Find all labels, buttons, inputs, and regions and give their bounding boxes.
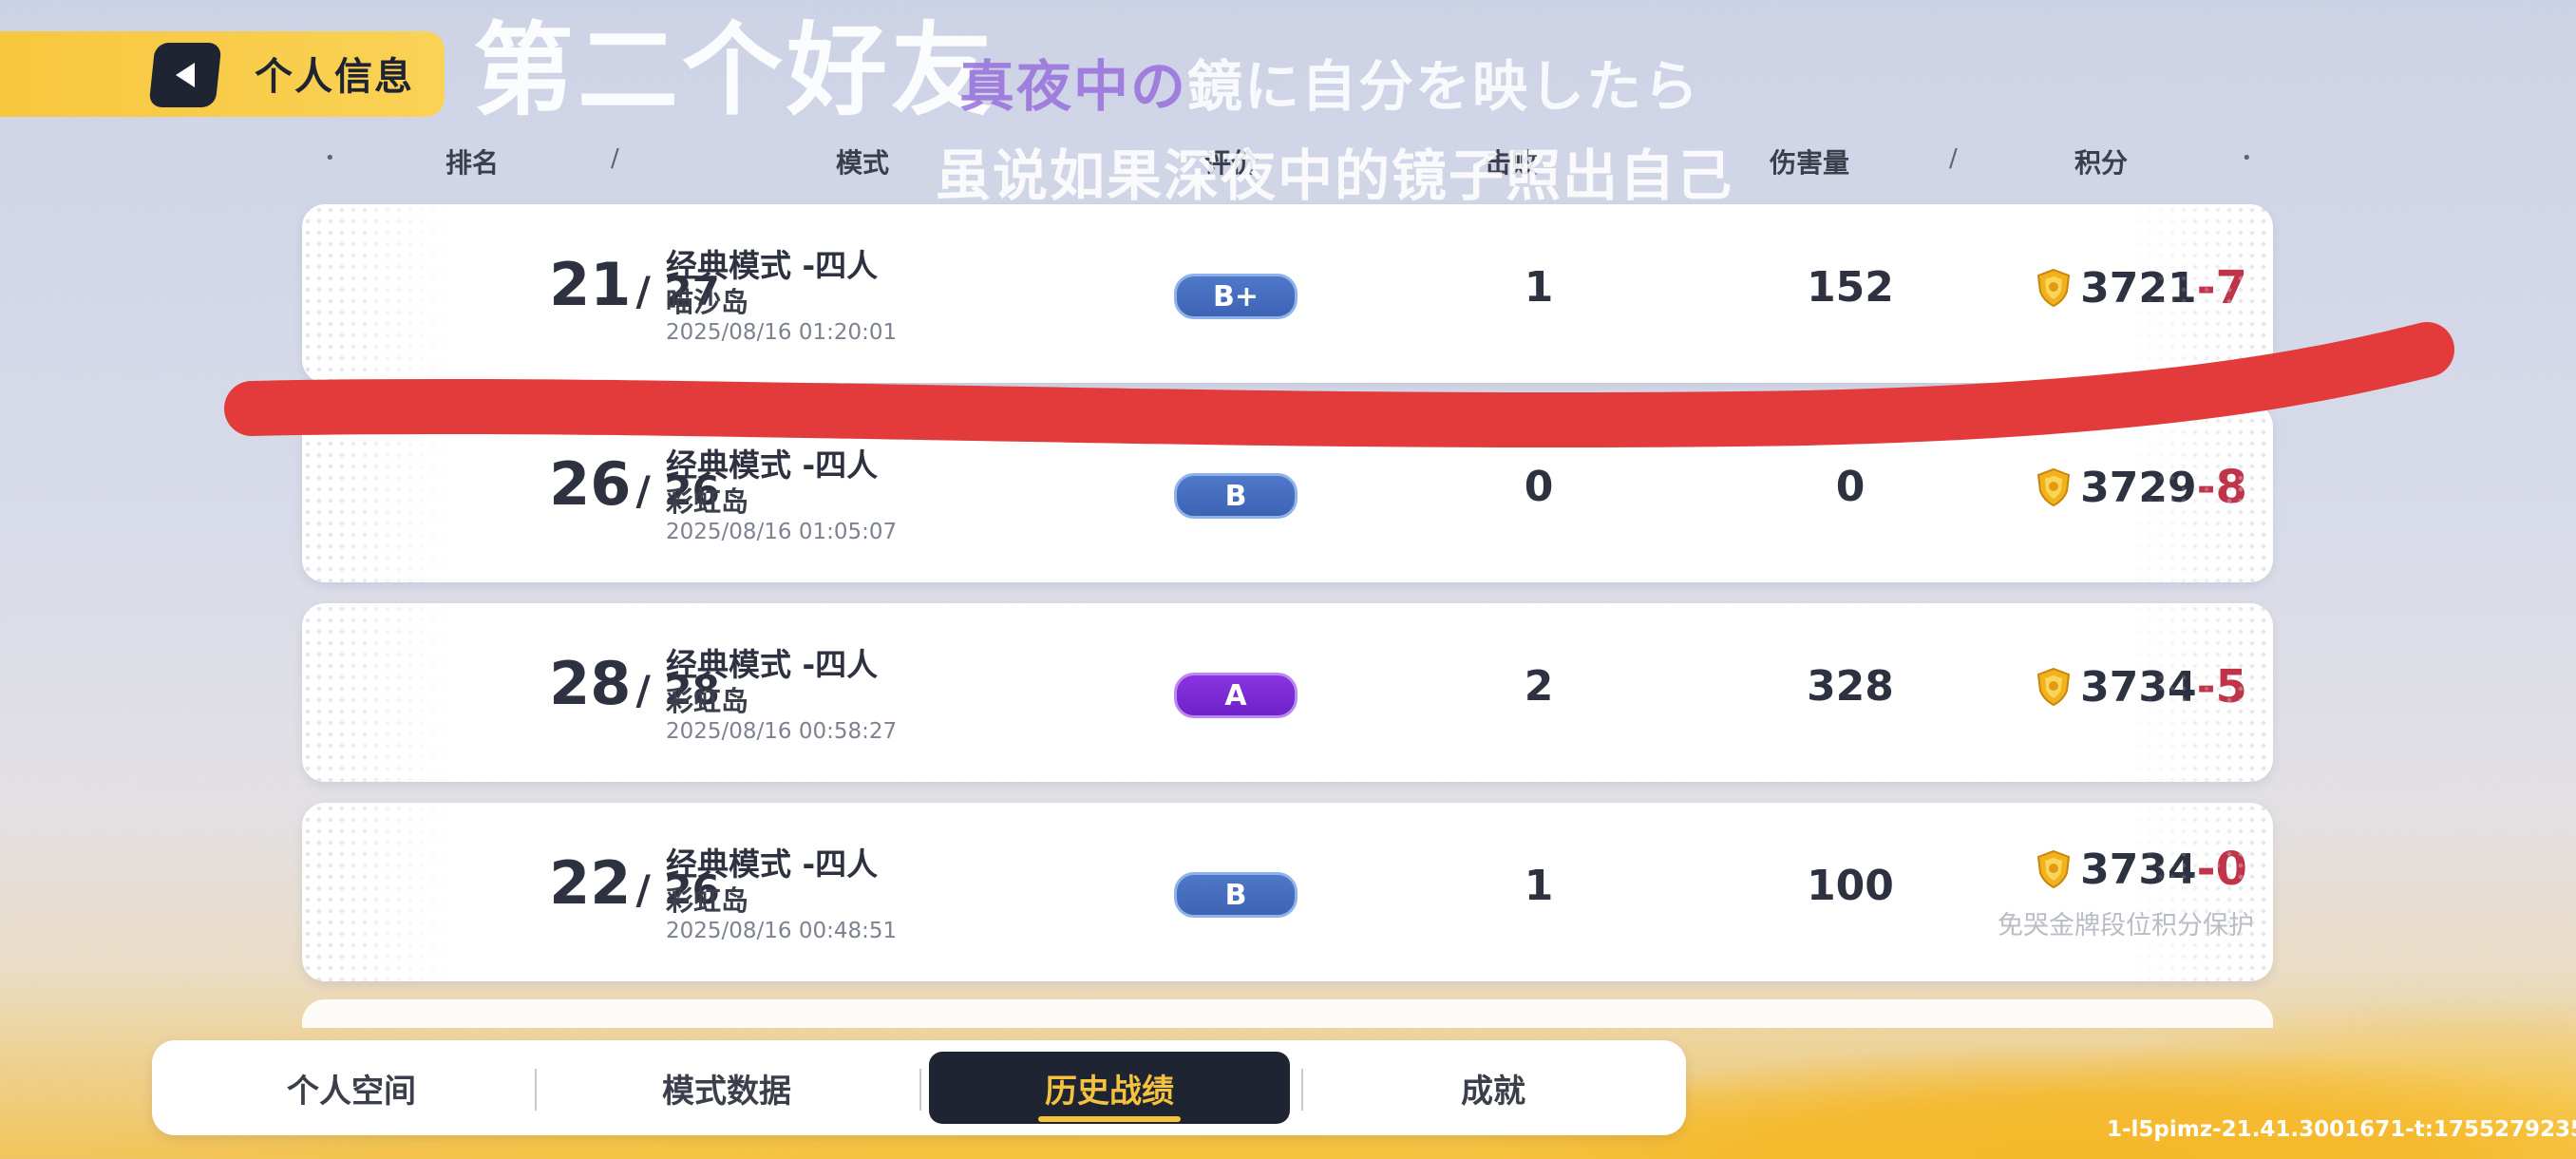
match-time: 2025/08/16 00:58:27 bbox=[666, 719, 898, 744]
tab-match-history[interactable]: 历史战绩 bbox=[929, 1052, 1290, 1124]
header-dot-left: • bbox=[325, 148, 335, 168]
page-title: 个人信息 bbox=[255, 55, 414, 99]
mode-name: 经典模式 -四人 bbox=[666, 446, 879, 484]
score-display: 3729 -8 bbox=[2026, 461, 2254, 514]
match-row-partial[interactable] bbox=[302, 999, 2273, 1028]
match-row[interactable]: 28 / 28 经典模式 -四人 彩虹岛 2025/08/16 00:58:27… bbox=[302, 603, 2273, 782]
back-arrow-icon bbox=[176, 63, 195, 87]
match-row[interactable]: 22 / 26 经典模式 -四人 彩虹岛 2025/08/16 00:48:51… bbox=[302, 803, 2273, 981]
overlay-caption-japanese: 真夜中の鏡に自分を映したら bbox=[959, 54, 1701, 119]
damage-value: 100 bbox=[1807, 862, 1894, 910]
tab-achievements[interactable]: 成就 bbox=[1313, 1052, 1674, 1124]
match-row[interactable]: 21 / 27 经典模式 -四人 喵沙岛 2025/08/16 01:20:01… bbox=[302, 204, 2273, 383]
kills-value: 1 bbox=[1524, 263, 1554, 312]
column-header-rank: 排名 bbox=[445, 147, 500, 179]
match-time: 2025/08/16 01:20:01 bbox=[666, 320, 898, 345]
gold-shield-icon bbox=[2037, 849, 2071, 889]
score-display: 3721 -7 bbox=[2026, 261, 2254, 314]
kills-value: 2 bbox=[1524, 662, 1554, 711]
mode-name: 经典模式 -四人 bbox=[666, 846, 879, 883]
grade-badge: B bbox=[1174, 872, 1297, 918]
grade-badge: B+ bbox=[1174, 274, 1297, 319]
bottom-nav: 个人空间 模式数据 历史战绩 成就 bbox=[152, 1040, 1686, 1135]
grade-badge: B bbox=[1174, 473, 1297, 519]
kills-value: 0 bbox=[1524, 463, 1554, 511]
version-string: 1-l5pimz-21.41.3001671-t:1755279235 bbox=[2107, 1117, 2576, 1142]
score-display: 3734 -0 bbox=[2026, 843, 2254, 896]
match-time: 2025/08/16 01:05:07 bbox=[666, 520, 898, 544]
score-display: 3734 -5 bbox=[2026, 660, 2254, 713]
nav-divider bbox=[1301, 1069, 1303, 1111]
damage-value: 152 bbox=[1807, 263, 1894, 312]
gold-shield-icon bbox=[2037, 467, 2071, 507]
map-name: 彩虹岛 bbox=[666, 685, 749, 717]
match-time: 2025/08/16 00:48:51 bbox=[666, 919, 898, 943]
column-header-mode: 模式 bbox=[835, 147, 890, 179]
grade-badge: A bbox=[1174, 673, 1297, 718]
mode-name: 经典模式 -四人 bbox=[666, 247, 879, 284]
map-name: 彩虹岛 bbox=[666, 485, 749, 518]
damage-value: 0 bbox=[1835, 463, 1866, 511]
column-separator: / bbox=[611, 144, 619, 173]
nav-divider bbox=[919, 1069, 921, 1111]
gold-shield-icon bbox=[2037, 667, 2071, 707]
overlay-caption-main: 第二个好友 bbox=[473, 12, 995, 129]
damage-value: 328 bbox=[1807, 662, 1894, 711]
nav-divider bbox=[535, 1069, 537, 1111]
tab-mode-data[interactable]: 模式数据 bbox=[546, 1052, 907, 1124]
match-row[interactable]: 26 / 26 经典模式 -四人 彩虹岛 2025/08/16 01:05:07… bbox=[302, 404, 2273, 582]
column-separator: / bbox=[1949, 144, 1958, 173]
map-name: 喵沙岛 bbox=[666, 286, 749, 318]
kills-value: 1 bbox=[1524, 862, 1554, 910]
score-protection-note: 免哭金牌段位积分保护 bbox=[1998, 911, 2254, 940]
column-header-damage: 伤害量 bbox=[1769, 147, 1850, 179]
map-name: 彩虹岛 bbox=[666, 884, 749, 917]
header-dot-right: • bbox=[2242, 148, 2252, 168]
column-header-score: 积分 bbox=[2074, 147, 2129, 179]
mode-name: 经典模式 -四人 bbox=[666, 646, 879, 683]
back-button[interactable] bbox=[148, 43, 222, 107]
overlay-caption-chinese: 虽说如果深夜中的镜子照出自己 bbox=[936, 143, 1734, 208]
gold-shield-icon bbox=[2037, 268, 2071, 308]
tab-personal-space[interactable]: 个人空间 bbox=[171, 1052, 532, 1124]
